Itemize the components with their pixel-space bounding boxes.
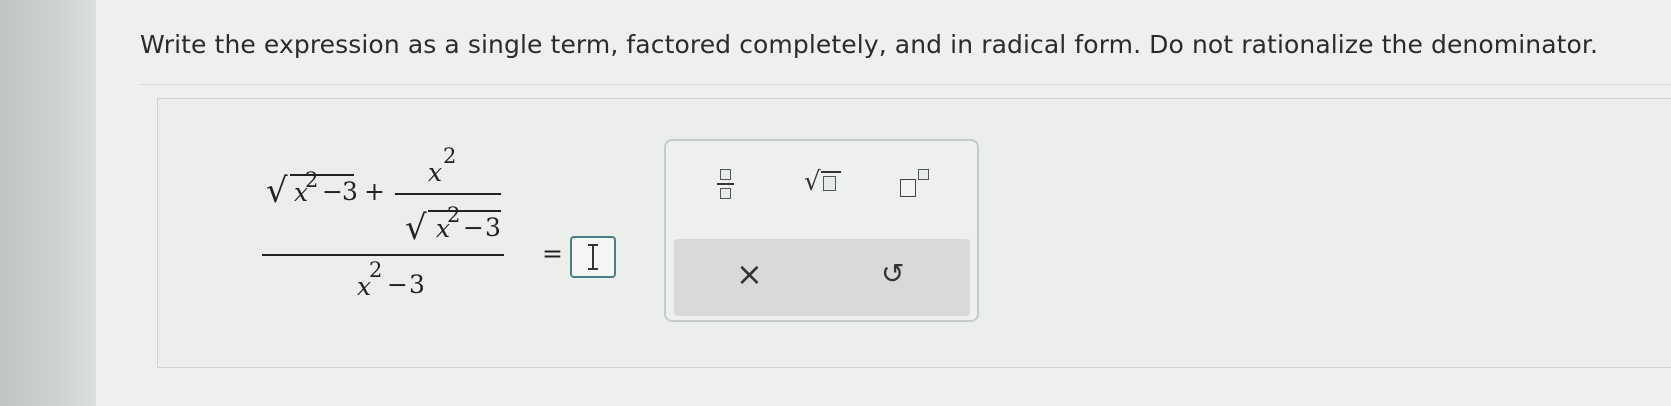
clear-button[interactable]: × — [724, 255, 774, 299]
constant: 3 — [409, 270, 425, 299]
inner-fraction-bar — [395, 193, 501, 195]
radical-overline — [428, 210, 501, 212]
text-cursor — [588, 244, 598, 270]
answer-input[interactable] — [570, 236, 616, 278]
left-sidebar-strip — [0, 0, 96, 406]
exponent: 2 — [443, 144, 457, 168]
constant: 3 — [485, 213, 501, 242]
equals-sign: = — [542, 239, 563, 268]
radical-sign: √ — [405, 208, 427, 248]
exponent: 2 — [447, 203, 461, 227]
minus-sign: − — [322, 177, 343, 206]
undo-icon: ↺ — [881, 257, 905, 290]
divider — [140, 84, 1671, 85]
plus-sign: + — [364, 177, 385, 206]
minus-sign: − — [463, 213, 484, 242]
exponent-button[interactable] — [886, 161, 946, 207]
constant: 3 — [342, 177, 358, 206]
fraction-button[interactable] — [708, 161, 748, 207]
var-x: x — [428, 158, 443, 187]
radical-sign: √ — [266, 171, 288, 211]
main-fraction-bar — [262, 254, 504, 256]
exponent: 2 — [305, 168, 319, 192]
radical-overline — [290, 174, 354, 176]
square-root-button[interactable]: √ — [796, 161, 856, 207]
palette-actions: × ↺ — [674, 239, 970, 316]
minus-sign: − — [387, 270, 408, 299]
undo-button[interactable]: ↺ — [869, 255, 919, 299]
exponent: 2 — [369, 258, 383, 282]
math-palette: √ × ↺ — [664, 139, 979, 322]
question-prompt: Write the expression as a single term, f… — [140, 30, 1599, 59]
close-icon: × — [736, 255, 763, 293]
